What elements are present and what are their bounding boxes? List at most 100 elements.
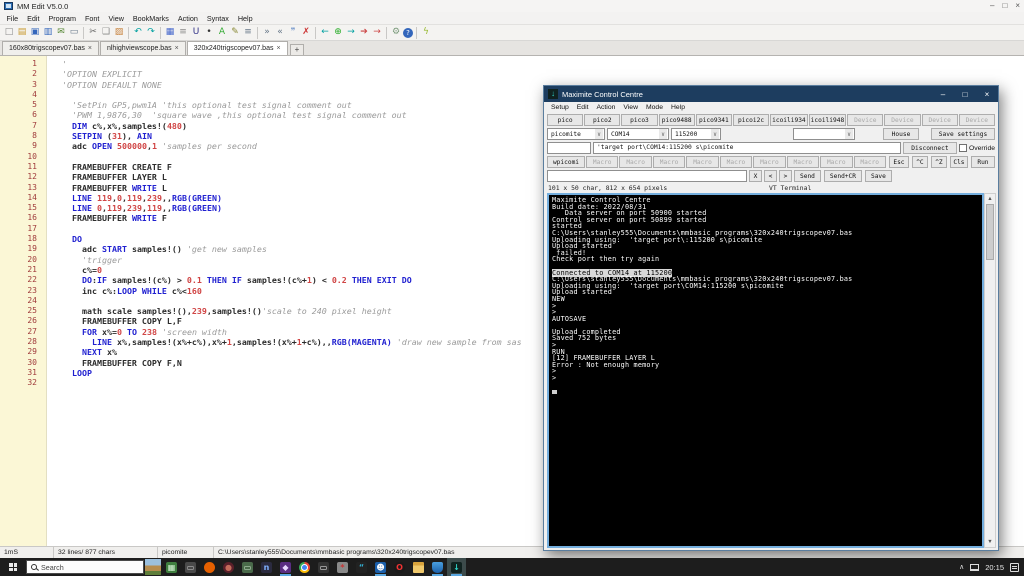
menu-program[interactable]: Program [44, 14, 81, 23]
redo-icon[interactable]: ↷ [145, 26, 157, 39]
device-button-4[interactable]: pico9341 [696, 114, 732, 126]
nav-button->[interactable]: > [779, 170, 792, 182]
save-settings-button[interactable]: Save settings [931, 128, 995, 140]
undo-icon[interactable]: ↶ [132, 26, 144, 39]
menu-view[interactable]: View [104, 14, 128, 23]
vt-terminal[interactable]: Maximite Control CentreBuild date: 2022/… [547, 193, 984, 548]
menu-action[interactable]: Action [173, 14, 202, 23]
find-icon[interactable]: ▦ [164, 26, 176, 39]
mcc-menu-edit[interactable]: Edit [573, 104, 593, 111]
mcc-menu-view[interactable]: View [619, 104, 642, 111]
aux-input[interactable] [547, 142, 591, 154]
network-icon[interactable] [970, 564, 979, 571]
disconnect-button[interactable]: Disconnect [903, 142, 957, 154]
indent-icon[interactable]: » [261, 26, 273, 39]
maximite-app-icon[interactable]: ↓ [447, 558, 466, 576]
device-button-6[interactable]: icoili934 [770, 114, 808, 126]
mcc-winbtn-1[interactable]: □ [954, 86, 976, 102]
send-cr-button[interactable]: Send+CR [824, 170, 862, 182]
terminal-icon[interactable]: ▭ [314, 558, 333, 576]
copy-icon[interactable]: ❑ [100, 26, 112, 39]
mcc-winbtn-2[interactable]: × [976, 86, 998, 102]
list-icon[interactable]: ≡ [177, 26, 189, 39]
send-button[interactable]: Send [794, 170, 821, 182]
mmedit-winbtn-0[interactable]: – [990, 1, 994, 11]
defender-shield-icon[interactable] [428, 558, 447, 576]
media-record-icon[interactable]: ● [219, 558, 238, 576]
mcc-winbtn-0[interactable]: – [932, 86, 954, 102]
quotes-app-icon[interactable]: “ [352, 558, 371, 576]
device-button-7[interactable]: icoili948 [809, 114, 847, 126]
print-icon[interactable]: ▭ [68, 26, 80, 39]
device-button-2[interactable]: pico3 [621, 114, 657, 126]
firefox-icon[interactable] [200, 558, 219, 576]
paste-icon[interactable]: ▨ [113, 26, 125, 39]
menu-edit[interactable]: Edit [23, 14, 44, 23]
font-icon[interactable]: A [216, 26, 228, 39]
outdent-icon[interactable]: « [274, 26, 286, 39]
save-button[interactable]: Save [865, 170, 892, 182]
terminal-scrollbar[interactable]: ▲ ▼ [984, 193, 996, 548]
highlight-icon[interactable]: ✎ [229, 26, 241, 39]
control-button-run[interactable]: Run [971, 156, 995, 168]
mcc-menu-action[interactable]: Action [592, 104, 619, 111]
control-button-esc[interactable]: Esc [889, 156, 909, 168]
taskbar-search[interactable]: Search [26, 560, 144, 574]
add-bookmark-icon[interactable]: ⊕ [332, 26, 344, 39]
run-icon[interactable]: ϟ [420, 26, 432, 39]
send-input[interactable] [547, 170, 747, 182]
macro-button-first[interactable]: wpicomi [547, 156, 585, 168]
chrome-icon[interactable] [295, 558, 314, 576]
house-button[interactable]: House [883, 128, 919, 140]
bullet-icon[interactable]: • [203, 26, 215, 39]
prev-error-icon[interactable]: ➔ [358, 26, 370, 39]
help-icon[interactable]: ? [403, 28, 413, 38]
scroll-up-icon[interactable]: ▲ [987, 194, 992, 204]
comment-icon[interactable]: ❞ [287, 26, 299, 39]
target-port-input[interactable]: 'target port\COM14:115200 s\picomite [593, 142, 901, 154]
start-button[interactable] [0, 558, 26, 576]
tray-chevron-icon[interactable]: ∧ [959, 563, 964, 571]
uncomment-icon[interactable]: ✗ [300, 26, 312, 39]
mmedit-winbtn-1[interactable]: □ [1002, 1, 1007, 11]
baud-rate-select[interactable]: 115200 [671, 128, 721, 140]
news-widget-thumbnail[interactable] [145, 559, 161, 575]
tab-close-icon[interactable]: × [175, 45, 179, 52]
notification-center-icon[interactable] [1010, 563, 1019, 572]
opera-icon[interactable]: O [390, 558, 409, 576]
file-explorer-icon[interactable] [409, 558, 428, 576]
mcc-titlebar[interactable]: ↓ Maximite Control Centre –□× [544, 86, 998, 102]
contacts-icon[interactable]: ☻ [371, 558, 390, 576]
device-button-5[interactable]: picoi2c [733, 114, 769, 126]
device-type-select[interactable]: picomite [547, 128, 605, 140]
tab-160x80trigscopev07.bas[interactable]: 160x80trigscopev07.bas× [2, 41, 99, 55]
new-tab-button[interactable]: + [290, 44, 305, 55]
cut-icon[interactable]: ✂ [87, 26, 99, 39]
next-error-icon[interactable]: → [371, 26, 383, 39]
green-app-icon[interactable]: ▦ [162, 558, 181, 576]
override-checkbox[interactable] [959, 144, 967, 152]
back-arrow-icon[interactable]: ← [319, 26, 331, 39]
menu-font[interactable]: Font [81, 14, 104, 23]
mmedit-winbtn-2[interactable]: × [1015, 1, 1020, 11]
device-button-1[interactable]: pico2 [584, 114, 620, 126]
tab-320x240trigscopev07.bas[interactable]: 320x240trigscopev07.bas× [187, 41, 288, 55]
taskbar-clock[interactable]: 20:15 [985, 563, 1004, 572]
tab-close-icon[interactable]: × [276, 45, 280, 52]
nav-button-<[interactable]: < [764, 170, 777, 182]
mcc-menu-mode[interactable]: Mode [642, 104, 667, 111]
settings-icon[interactable]: ⚙ [390, 26, 402, 39]
remote-desktop-icon[interactable]: ▭ [181, 558, 200, 576]
control-button-ctrl-c[interactable]: ^C [912, 156, 928, 168]
notepadpp-icon[interactable]: n [257, 558, 276, 576]
email-icon[interactable]: ✉ [55, 26, 67, 39]
device-button-3[interactable]: pico9488 [659, 114, 695, 126]
device-button-0[interactable]: pico [547, 114, 583, 126]
save-icon[interactable]: ▣ [29, 26, 41, 39]
underline-icon[interactable]: U [190, 26, 202, 39]
save-as-icon[interactable]: ▥ [42, 26, 54, 39]
tab-nlhighviewscope.bas[interactable]: nlhighviewscope.bas× [100, 41, 186, 55]
nav-button-X[interactable]: X [749, 170, 762, 182]
monitor-app-icon[interactable]: ▭ [238, 558, 257, 576]
control-button-ctrl-z[interactable]: ^Z [931, 156, 947, 168]
